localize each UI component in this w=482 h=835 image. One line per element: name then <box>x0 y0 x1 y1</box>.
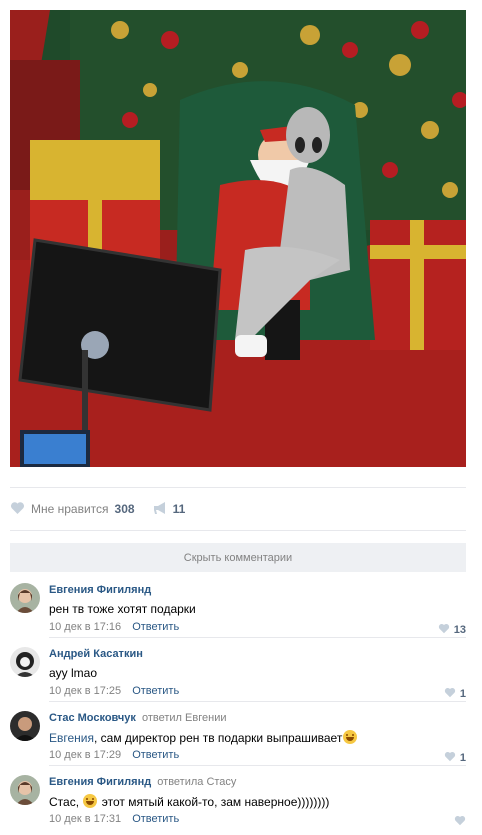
comment-like-count: 1 <box>459 752 466 764</box>
avatar[interactable] <box>10 647 40 677</box>
comment: Андрей Касаткин ayy lmao 10 дек в 17:25 … <box>10 647 466 707</box>
avatar[interactable] <box>10 583 40 613</box>
comment-date[interactable]: 10 дек в 17:25 <box>49 685 121 697</box>
reply-to-link[interactable]: Евгении <box>185 712 226 724</box>
reply-info: ответила <box>157 776 204 788</box>
comment-like-count: 13 <box>453 624 466 636</box>
post-actions: Мне нравится 308 11 <box>10 498 203 520</box>
comment-body-start: Стас, <box>49 795 80 809</box>
like-count: 308 <box>114 502 135 516</box>
comment-body-end: этот мятый какой-то, зам наверное)))))))… <box>101 795 330 809</box>
santa-alien-photo <box>10 10 466 467</box>
avatar[interactable] <box>10 775 40 805</box>
comment-text: ayy lmao <box>49 666 98 680</box>
comment-author[interactable]: Андрей Касаткин <box>49 648 143 660</box>
comment: Евгения Фигилянд рен тв тоже хотят подар… <box>10 583 466 643</box>
comment-text: Стас, этот мятый какой-то, зам наверное)… <box>49 794 329 809</box>
smile-emoji-icon <box>83 794 98 808</box>
heart-icon <box>454 813 466 831</box>
comment: Стас Московчук ответил Евгении Евгения, … <box>10 711 466 771</box>
separator <box>10 530 466 531</box>
share-count: 11 <box>172 502 186 516</box>
separator <box>49 765 466 766</box>
megaphone-icon <box>153 501 167 518</box>
share-button[interactable]: 11 <box>153 501 186 518</box>
comment-text: рен тв тоже хотят подарки <box>49 602 196 616</box>
separator <box>49 701 466 702</box>
comment-like-count: 1 <box>459 688 466 700</box>
comment-date[interactable]: 10 дек в 17:29 <box>49 749 121 761</box>
smile-emoji-icon <box>343 730 358 744</box>
reply-button[interactable]: Ответить <box>132 813 179 825</box>
heart-icon <box>10 501 25 518</box>
comment-date[interactable]: 10 дек в 17:31 <box>49 813 121 825</box>
comment-author[interactable]: Евгения Фигилянд <box>49 776 151 788</box>
comment-author[interactable]: Евгения Фигилянд <box>49 584 151 596</box>
post-photo[interactable] <box>10 10 466 467</box>
reply-button[interactable]: Ответить <box>132 685 179 697</box>
comment: Евгения Фигилянд ответила Стасу Стас, эт… <box>10 775 466 835</box>
reply-to-link[interactable]: Стасу <box>206 776 236 788</box>
comment-text: Евгения, сам директор рен тв подарки вып… <box>49 730 358 745</box>
comment-like-button[interactable] <box>454 813 466 831</box>
reply-button[interactable]: Ответить <box>132 621 179 633</box>
addressee-link[interactable]: Евгения <box>49 731 94 745</box>
like-label: Мне нравится <box>31 502 109 516</box>
comment-date[interactable]: 10 дек в 17:16 <box>49 621 121 633</box>
reply-info: ответил <box>141 712 182 724</box>
separator <box>49 637 466 638</box>
avatar[interactable] <box>10 711 40 741</box>
reply-button[interactable]: Ответить <box>132 749 179 761</box>
comment-author[interactable]: Стас Московчук <box>49 712 136 724</box>
separator <box>10 487 466 488</box>
comment-body: , сам директор рен тв подарки выпрашивае… <box>94 731 343 745</box>
hide-comments-button[interactable]: Скрыть комментарии <box>10 543 466 572</box>
like-button[interactable]: Мне нравится 308 <box>10 501 135 518</box>
